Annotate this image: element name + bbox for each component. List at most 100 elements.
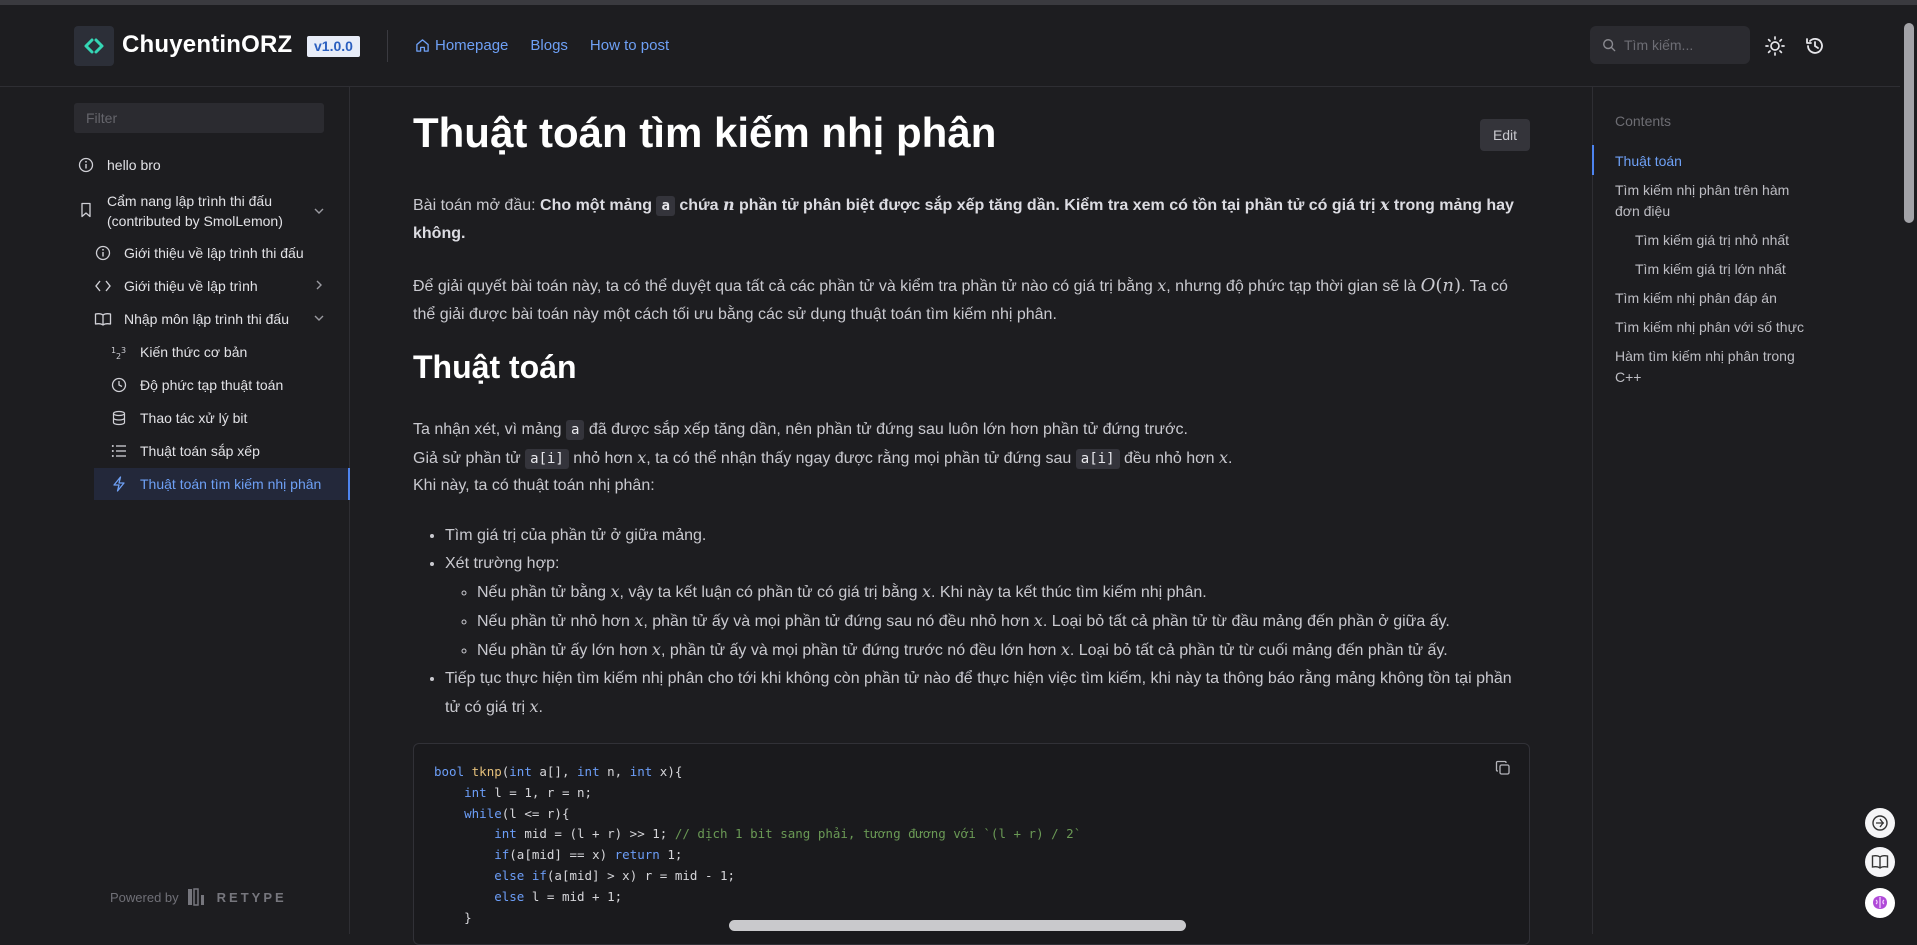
- powered-by-retype[interactable]: Powered by RETYPE: [110, 887, 287, 907]
- sidebar-item-label: Giới thiệu về lập trình: [124, 278, 258, 294]
- horizontal-scroll-thumb[interactable]: [729, 920, 1186, 931]
- sidebar-item-gioi-thieu-ltd[interactable]: Giới thiệu về lập trình thi đấu: [94, 244, 304, 262]
- toc-item-ham-cpp[interactable]: Hàm tìm kiếm nhị phân trong C++: [1615, 346, 1805, 388]
- header-divider: [387, 30, 388, 62]
- search-input[interactable]: [1622, 36, 1746, 54]
- code-content: bool tknp(int a[], int n, int x){ int l …: [434, 764, 1082, 925]
- nav-how-to-post[interactable]: How to post: [590, 37, 669, 54]
- sidebar-item-tim-kiem-nhi-phan[interactable]: Thuật toán tìm kiếm nhị phân: [110, 475, 321, 493]
- sidebar-item-label: Thuật toán sắp xếp: [140, 443, 260, 459]
- list-item: Tìm giá trị của phần tử ở giữa mảng.: [445, 522, 1530, 550]
- svg-text:3: 3: [121, 346, 126, 355]
- vertical-scroll-thumb[interactable]: [1904, 23, 1914, 223]
- history-icon: [1806, 38, 1823, 54]
- sidebar-item-sap-xep[interactable]: Thuật toán sắp xếp: [110, 442, 260, 460]
- top-header: ChuyentinORZ v1.0.0 Homepage Blogs How t…: [0, 5, 1900, 87]
- bolt-icon: [110, 475, 128, 493]
- chevron-right-icon[interactable]: [313, 279, 325, 291]
- database-icon: [110, 409, 128, 427]
- list-item: Nếu phần tử ấy lớn hơn x, phần tử ấy và …: [477, 636, 1530, 665]
- observation-line-3: Khi này, ta có thuật toán nhị phân:: [413, 477, 655, 494]
- code-block[interactable]: bool tknp(int a[], int n, int x){ int l …: [413, 743, 1530, 945]
- copy-button[interactable]: [1495, 760, 1511, 781]
- book-icon: [94, 310, 112, 328]
- number-icon: 123: [110, 343, 128, 361]
- history-button[interactable]: [1803, 34, 1827, 58]
- search-box[interactable]: [1590, 26, 1750, 64]
- sun-icon: [1765, 36, 1785, 56]
- sidebar-item-label: Thao tác xử lý bit: [140, 410, 248, 426]
- logo-icon: [84, 38, 104, 54]
- code-icon: [94, 277, 112, 295]
- sidebar-item-xu-ly-bit[interactable]: Thao tác xử lý bit: [110, 409, 247, 427]
- vertical-scrollbar[interactable]: [1900, 5, 1917, 934]
- sidebar-item-gioi-thieu-lt[interactable]: Giới thiệu về lập trình: [94, 277, 258, 295]
- list-icon: [110, 442, 128, 460]
- copy-icon: [1495, 760, 1510, 775]
- toc-item-gia-tri-nho-nhat[interactable]: Tìm kiếm giá trị nhỏ nhất: [1635, 230, 1835, 251]
- info-icon: [77, 156, 95, 174]
- filter-input[interactable]: [74, 103, 324, 133]
- toc-item-thuat-toan[interactable]: Thuật toán: [1615, 151, 1815, 172]
- sidebar-item-do-phuc-tap[interactable]: Độ phức tạp thuật toán: [110, 376, 283, 394]
- sidebar-item-nhap-mon[interactable]: Nhập môn lập trình thi đấu: [94, 310, 289, 328]
- list-item: Nếu phần tử nhỏ hơn x, phần tử ấy và mọi…: [477, 607, 1530, 636]
- algorithm-steps-list: Tìm giá trị của phần tử ở giữa mảng. Xét…: [413, 522, 1530, 722]
- sidebar-item-kien-thuc[interactable]: 123 Kiến thức cơ bản: [110, 343, 247, 361]
- extension-button-2[interactable]: [1865, 847, 1895, 877]
- case-sublist: Nếu phần tử bằng x, vậy ta kết luận có p…: [445, 578, 1530, 665]
- table-of-contents: Contents Thuật toán Tìm kiếm nhị phân tr…: [1592, 87, 1901, 934]
- chevron-down-icon[interactable]: [313, 312, 325, 324]
- edit-button[interactable]: Edit: [1480, 119, 1530, 151]
- retype-wordmark: RETYPE: [216, 889, 287, 905]
- section-heading-thuat-toan: Thuật toán: [413, 349, 577, 385]
- nav-homepage-label: Homepage: [435, 37, 509, 54]
- sidebar-item-hello-bro[interactable]: hello bro: [77, 156, 161, 174]
- brain-icon: [1873, 896, 1887, 909]
- bookmark-icon: [77, 201, 95, 219]
- nav-blogs[interactable]: Blogs: [530, 37, 568, 54]
- sidebar-item-cam-nang[interactable]: Cẩm nang lập trình thi đấu (contributed b…: [77, 191, 283, 231]
- toc-item-ham-don-dieu[interactable]: Tìm kiếm nhị phân trên hàm đơn điệu: [1615, 180, 1815, 222]
- sidebar-item-label: Giới thiệu về lập trình thi đấu: [124, 245, 304, 261]
- top-nav: Homepage Blogs How to post: [415, 37, 669, 54]
- cam-nang-label-line1: Cẩm nang lập trình thi đấu: [107, 193, 272, 209]
- sidebar-item-label: Thuật toán tìm kiếm nhị phân: [140, 476, 322, 492]
- intro-paragraph: Bài toán mở đầu: Cho một mảng a chứa n p…: [413, 195, 1514, 242]
- extension-button-1[interactable]: [1865, 808, 1895, 838]
- logo[interactable]: [74, 26, 114, 66]
- list-item: Xét trường hợp: Nếu phần tử bằng x, vậy …: [445, 550, 1530, 665]
- observation-line-1: Ta nhận xét, vì mảng a đã được sắp xếp t…: [413, 420, 1188, 440]
- sidebar-item-label: Nhập môn lập trình thi đấu: [124, 311, 289, 327]
- toc-active-indicator: [1592, 145, 1594, 175]
- observation-line-2: Giả sử phần tử a[i] nhỏ hơn x, ta có thể…: [413, 448, 1233, 469]
- version-badge: v1.0.0: [307, 36, 360, 57]
- page-title: Thuật toán tìm kiếm nhị phân: [413, 109, 997, 156]
- sidebar-item-label: hello bro: [107, 157, 161, 173]
- theme-toggle-button[interactable]: [1763, 34, 1787, 58]
- sidebar-item-label: Kiến thức cơ bản: [140, 344, 248, 360]
- left-sidebar: hello bro Cẩm nang lập trình thi đấu (con…: [0, 87, 350, 934]
- naive-paragraph: Để giải quyết bài toán này, ta có thể du…: [413, 275, 1508, 323]
- nav-homepage[interactable]: Homepage: [415, 37, 508, 54]
- powered-by-label: Powered by: [110, 889, 179, 905]
- sidebar-item-label: Độ phức tạp thuật toán: [140, 377, 284, 393]
- reader-icon: [1871, 855, 1889, 869]
- cam-nang-label-line2: (contributed by SmolLemon): [107, 213, 283, 229]
- chevron-down-icon[interactable]: [313, 205, 325, 217]
- toc-item-dap-an[interactable]: Tìm kiếm nhị phân đáp án: [1615, 288, 1815, 309]
- clock-icon: [110, 376, 128, 394]
- translate-icon: [1872, 815, 1888, 831]
- extension-button-3[interactable]: [1865, 888, 1895, 918]
- sidebar-item-label: Cẩm nang lập trình thi đấu (contributed b…: [107, 191, 283, 231]
- toc-item-so-thuc[interactable]: Tìm kiếm nhị phân với số thực: [1615, 317, 1815, 338]
- search-icon: [1603, 39, 1616, 52]
- info-icon: [94, 244, 112, 262]
- toc-item-gia-tri-lon-nhat[interactable]: Tìm kiếm giá trị lớn nhất: [1635, 259, 1835, 280]
- retype-logo-icon: [187, 888, 204, 906]
- list-item: Nếu phần tử bằng x, vậy ta kết luận có p…: [477, 578, 1530, 607]
- brand-name[interactable]: ChuyentinORZ: [122, 31, 292, 59]
- list-item: Tiếp tục thực hiện tìm kiếm nhị phân cho…: [445, 665, 1530, 722]
- home-icon: [416, 39, 429, 52]
- toc-title: Contents: [1615, 113, 1672, 129]
